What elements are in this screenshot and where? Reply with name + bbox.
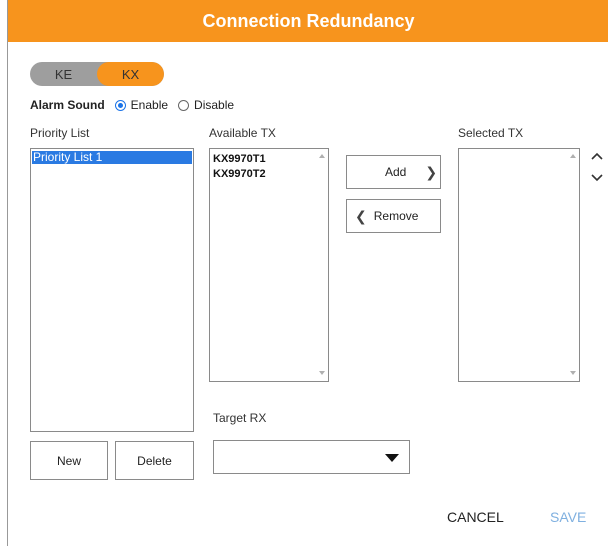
cancel-button[interactable]: CANCEL <box>447 509 504 525</box>
alarm-sound-label: Alarm Sound <box>30 98 105 112</box>
toggle-option-kx[interactable]: KX <box>97 62 164 86</box>
enable-radio[interactable] <box>114 99 126 111</box>
dropdown-arrow-icon <box>385 454 399 462</box>
remove-button[interactable]: ❮ Remove <box>346 199 441 233</box>
scroll-down-arrow-icon[interactable] <box>570 371 576 375</box>
available-tx-item[interactable]: KX9970T1 <box>213 153 266 165</box>
target-rx-label: Target RX <box>213 411 267 425</box>
enable-radio-label[interactable]: Enable <box>131 98 168 112</box>
priority-list-label: Priority List <box>30 126 90 140</box>
chevron-right-icon: ❯ <box>425 163 438 180</box>
toggle-option-ke[interactable]: KE <box>30 62 97 86</box>
priority-list-item[interactable]: Priority List 1 <box>32 151 192 164</box>
save-button[interactable]: SAVE <box>550 509 586 525</box>
chevron-left-icon: ❮ <box>355 207 367 224</box>
connection-redundancy-dialog: Connection Redundancy KE KX Alarm Sound … <box>7 0 608 546</box>
selected-tx-label: Selected TX <box>458 126 524 140</box>
chevron-up-icon[interactable] <box>590 149 604 163</box>
selected-tx-listbox[interactable] <box>458 148 580 382</box>
disable-radio-label[interactable]: Disable <box>194 98 234 112</box>
target-rx-select[interactable] <box>213 440 410 474</box>
available-tx-item[interactable]: KX9970T2 <box>213 168 266 180</box>
alarm-sound-row: Alarm Sound Enable Disable <box>30 97 244 113</box>
available-tx-label: Available TX <box>209 126 276 140</box>
remove-button-label: Remove <box>373 209 419 223</box>
disable-radio[interactable] <box>178 99 190 111</box>
scroll-down-arrow-icon[interactable] <box>319 371 325 375</box>
new-button[interactable]: New <box>30 441 108 480</box>
dialog-title: Connection Redundancy <box>8 0 608 42</box>
scroll-up-arrow-icon[interactable] <box>570 154 576 158</box>
priority-listbox[interactable]: Priority List 1 <box>30 148 194 432</box>
chevron-down-icon[interactable] <box>590 171 604 185</box>
ke-kx-toggle[interactable]: KE KX <box>30 62 164 86</box>
available-tx-listbox[interactable]: KX9970T1 KX9970T2 <box>209 148 329 382</box>
add-button-label: Add <box>385 165 407 179</box>
delete-button[interactable]: Delete <box>115 441 194 480</box>
scroll-up-arrow-icon[interactable] <box>319 154 325 158</box>
add-button[interactable]: Add ❯ <box>346 155 441 189</box>
